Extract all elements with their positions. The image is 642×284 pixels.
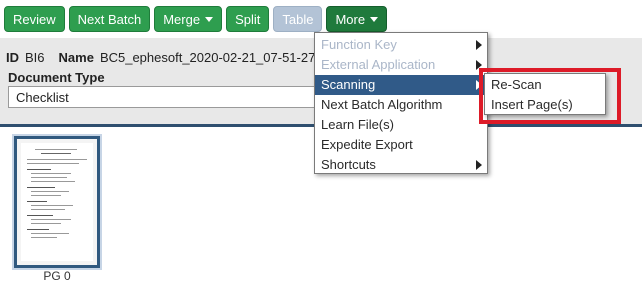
menu-item-label: Function Key	[321, 37, 397, 52]
table-button[interactable]: Table	[273, 6, 323, 32]
split-button[interactable]: Split	[226, 6, 270, 32]
toolbar: Review Next Batch Merge Split Table More	[4, 6, 388, 34]
caret-down-icon	[205, 16, 214, 22]
page-thumbnail[interactable]	[14, 136, 100, 268]
name-label: Name	[58, 50, 94, 65]
review-button[interactable]: Review	[4, 6, 65, 32]
menu-item-scanning[interactable]: Scanning	[315, 75, 487, 95]
menu-item-learn-files[interactable]: Learn File(s)	[315, 115, 487, 135]
page-thumbnail-caption: PG 0	[43, 269, 71, 283]
page-thumbnail-image	[21, 143, 93, 261]
menu-item-next-batch-algorithm[interactable]: Next Batch Algorithm	[315, 95, 487, 115]
document-type-label: Document Type	[8, 70, 105, 85]
menu-item-external-application[interactable]: External Application	[315, 55, 487, 75]
chevron-right-icon	[476, 40, 482, 50]
menu-item-label: Scanning	[321, 77, 376, 92]
menu-item-label: External Application	[321, 57, 436, 72]
table-button-label: Table	[282, 11, 314, 27]
merge-button[interactable]: Merge	[154, 6, 223, 32]
review-button-label: Review	[13, 11, 56, 27]
menu-item-label: Next Batch Algorithm	[321, 97, 443, 112]
chevron-right-icon	[476, 160, 482, 170]
menu-item-label: Shortcuts	[321, 157, 376, 172]
split-button-label: Split	[235, 11, 261, 27]
more-button[interactable]: More	[326, 6, 388, 32]
id-label: ID	[6, 50, 19, 65]
menu-item-function-key[interactable]: Function Key	[315, 35, 487, 55]
more-button-label: More	[335, 11, 366, 27]
next-batch-button[interactable]: Next Batch	[68, 6, 151, 32]
menu-item-label: Expedite Export	[321, 137, 413, 152]
batch-id-row: ID BI6 Name BC5_ephesoft_2020-02-21_07-5…	[6, 50, 315, 65]
next-batch-button-label: Next Batch	[77, 11, 142, 27]
highlight-annotation-box	[479, 68, 621, 124]
name-value: BC5_ephesoft_2020-02-21_07-51-27	[99, 50, 316, 65]
document-type-select[interactable]: Checklist	[8, 86, 328, 108]
document-type-value: Checklist	[16, 90, 69, 105]
id-value: BI6	[25, 50, 45, 65]
merge-button-label: Merge	[163, 11, 201, 27]
menu-item-expedite-export[interactable]: Expedite Export	[315, 135, 487, 155]
caret-down-icon	[370, 16, 379, 22]
menu-item-label: Learn File(s)	[321, 117, 394, 132]
menu-item-shortcuts[interactable]: Shortcuts	[315, 155, 487, 175]
more-dropdown-menu: Function Key External Application Scanni…	[314, 32, 488, 174]
